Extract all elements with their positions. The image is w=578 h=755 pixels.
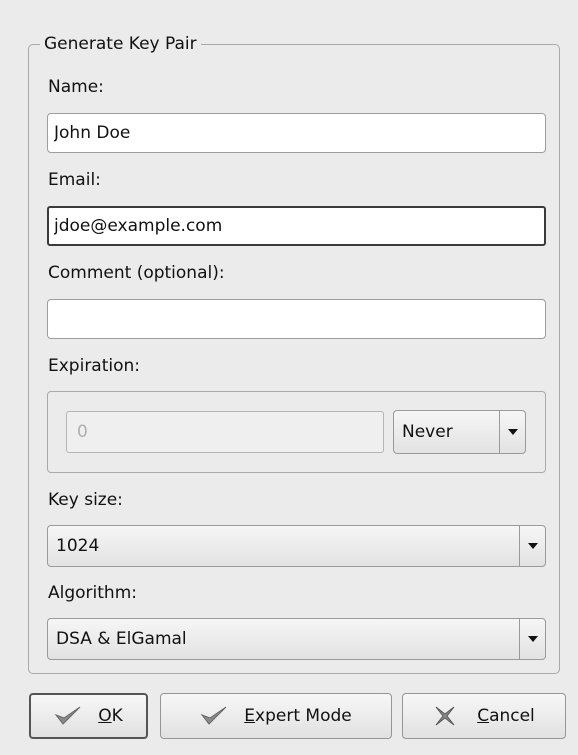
checkmark-icon [200,705,228,727]
group-title: Generate Key Pair [40,32,201,56]
name-field[interactable] [47,113,546,153]
comment-field[interactable] [47,299,546,339]
email-field[interactable] [47,206,546,246]
expiration-label: Expiration: [48,356,141,376]
algorithm-label: Algorithm: [48,583,137,603]
email-label: Email: [48,170,101,190]
ok-button[interactable]: OK [29,693,148,739]
key-size-select[interactable]: 1024 [47,525,546,567]
chevron-down-icon [519,619,545,659]
expiration-unit-value: Never [402,422,453,442]
ok-label: OK [98,706,123,726]
expert-mode-button[interactable]: Expert Mode [160,693,392,739]
algorithm-value: DSA & ElGamal [56,629,187,649]
cancel-button[interactable]: Cancel [402,693,566,739]
chevron-down-icon [499,411,525,453]
algorithm-select[interactable]: DSA & ElGamal [47,618,546,660]
cross-icon [433,705,461,727]
cancel-label: Cancel [477,706,535,726]
comment-label: Comment (optional): [48,263,225,283]
chevron-down-icon [519,526,545,566]
expiration-value-field[interactable] [66,411,384,453]
key-size-label: Key size: [48,490,123,510]
expiration-unit-select[interactable]: Never [393,410,526,454]
checkmark-icon [54,705,82,727]
expert-mode-label: Expert Mode [244,706,352,726]
generate-key-pair-dialog: Generate Key Pair Name: Email: Comment (… [0,0,578,755]
key-size-value: 1024 [56,536,100,556]
name-label: Name: [48,77,104,97]
